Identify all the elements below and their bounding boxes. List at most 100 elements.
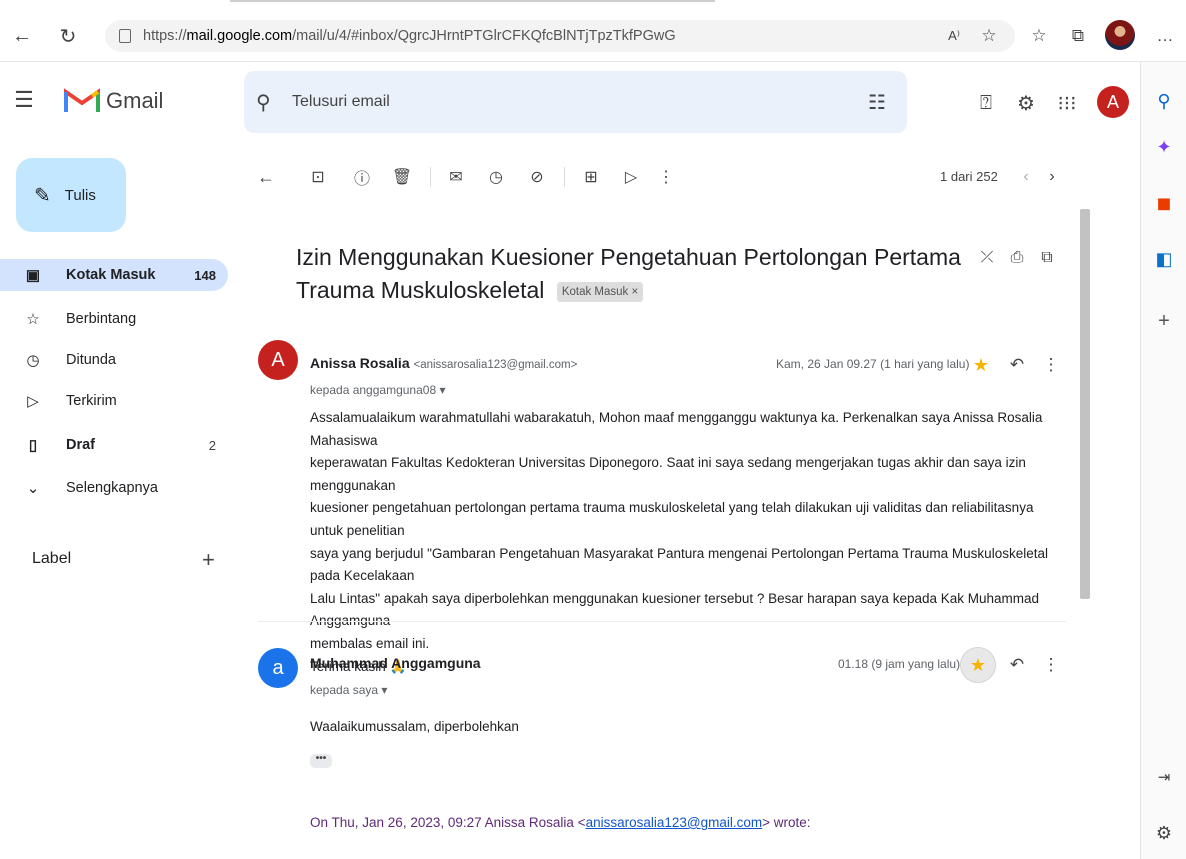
edge-sidebar: ⚲ ✦ ◼ ◧ + ⇥ ⚙ [1140, 62, 1186, 859]
compose-button[interactable]: ✎ Tulis [16, 158, 126, 232]
inbox-icon: ▣ [25, 267, 41, 284]
sender-line: Anissa Rosalia <anissarosalia123@gmail.c… [310, 355, 577, 371]
quoted-header: On Thu, Jan 26, 2023, 09:27 Anissa Rosal… [310, 815, 811, 830]
body-line: saya yang berjudul "Gambaran Pengetahuan… [310, 545, 1048, 584]
body-line: membalas email ini. [310, 635, 430, 651]
compose-label: Tulis [64, 186, 96, 204]
move-to-icon[interactable]: ⊞ [579, 165, 603, 189]
draft-file-icon: ▯ [28, 437, 38, 454]
collections-icon[interactable]: ⧉ [1064, 22, 1092, 50]
account-avatar[interactable]: A [1097, 86, 1129, 118]
inbox-tag[interactable]: Kotak Masuk × [556, 281, 644, 302]
more-vert-icon[interactable]: ⋮ [654, 165, 678, 189]
label-icon[interactable]: ▷ [619, 165, 643, 189]
body-line: Lalu Lintas" apakah saya diperbolehkan m… [310, 590, 1040, 629]
chevron-down-icon: ⌄ [26, 480, 40, 497]
drafts-count: 2 [208, 437, 216, 453]
quote-prefix: On Thu, Jan 26, 2023, 09:27 Anissa Rosal… [310, 815, 586, 830]
recipient-dropdown[interactable]: kepada saya ▾ [310, 683, 387, 697]
url-path: /mail/u/4/#inbox/QgrcJHrntPTGlrCFKQfcBlN… [292, 28, 676, 44]
url-host: mail.google.com [186, 28, 293, 44]
apps-grid-icon[interactable]: ⁝⁝⁝ [1054, 90, 1080, 116]
report-spam-icon[interactable]: ⓘ [350, 165, 374, 189]
mark-unread-icon[interactable]: ✉ [444, 165, 468, 189]
message-panel: ← ⊡ ⓘ 🗑 ✉ ◷ ⊘ ⊞ ▷ ⋮ 1 dari 252 ‹ › Izin … [244, 147, 1090, 859]
search-icon[interactable]: ⚲ [1141, 86, 1186, 116]
settings-gear-icon[interactable]: ⚙ [1013, 90, 1039, 116]
lock-icon [119, 29, 131, 43]
message-divider [258, 621, 1066, 622]
newer-chevron-icon[interactable]: ‹ [1014, 165, 1038, 189]
message-date: 01.18 (9 jam yang lalu) [838, 657, 961, 671]
favorites-icon[interactable]: ☆ [1025, 22, 1053, 50]
star-icon[interactable]: ★ [960, 647, 996, 683]
refresh-icon[interactable]: ↻ [54, 22, 82, 50]
older-chevron-icon[interactable]: › [1040, 165, 1064, 189]
hide-sidebar-icon[interactable]: ⇥ [1141, 762, 1186, 792]
body-line: keperawatan Fakultas Kedokteran Universi… [310, 455, 1026, 493]
sidebar-settings-icon[interactable]: ⚙ [1141, 818, 1186, 848]
main-menu-icon[interactable]: ☰ [12, 87, 36, 112]
labels-heading: Label [32, 550, 72, 567]
star-icon[interactable]: ★ [970, 354, 992, 376]
address-bar[interactable]: https://mail.google.com/mail/u/4/#inbox/… [105, 20, 1015, 52]
collapse-all-icon[interactable]: ⤫ [976, 247, 998, 269]
copilot-icon[interactable]: ✦ [1141, 132, 1186, 162]
add-task-icon[interactable]: ⊘ [525, 165, 549, 189]
nav-drafts[interactable]: ▯ Draf 2 [0, 429, 228, 461]
send-icon: ▷ [27, 393, 39, 410]
message-body: Assalamualaikum warahmatullahi wabarakat… [310, 407, 1068, 678]
more-vert-icon[interactable]: ⋮ [1040, 654, 1062, 676]
nav-inbox[interactable]: ▣ Kotak Masuk 148 [0, 259, 228, 291]
search-bar[interactable]: ⚲ Telusuri email ☷ [244, 71, 907, 133]
back-arrow-icon[interactable]: ← [8, 22, 36, 50]
help-icon[interactable]: ⍰ [973, 90, 999, 116]
quote-suffix: > wrote: [762, 815, 811, 830]
more-icon[interactable]: … [1151, 22, 1179, 50]
reply-icon[interactable]: ↶ [1006, 354, 1028, 376]
search-icon[interactable]: ⚲ [256, 90, 284, 115]
reply-icon[interactable]: ↶ [1006, 654, 1028, 676]
body-line: kuesioner pengetahuan pertolongan pertam… [310, 500, 1034, 538]
sender-avatar: a [258, 648, 298, 688]
body-line: Assalamualaikum warahmatullahi wabarakat… [310, 410, 1043, 448]
toolbar-divider [564, 167, 565, 187]
toolbar-divider [430, 167, 431, 187]
nav-starred-label: Berbintang [66, 311, 137, 327]
open-new-window-icon[interactable]: ⧉ [1036, 247, 1058, 269]
add-favorite-icon[interactable]: ☆ [975, 22, 1003, 50]
add-label-icon[interactable]: + [202, 547, 215, 573]
gmail-logo-icon [64, 88, 100, 112]
archive-icon[interactable]: ⊡ [306, 165, 330, 189]
read-aloud-icon[interactable]: A⁾ [940, 22, 968, 50]
snooze-icon[interactable]: ◷ [484, 165, 508, 189]
sender-email: <anissarosalia123@gmail.com> [413, 359, 578, 371]
url-prefix: https:// [143, 28, 187, 44]
show-trimmed-content-button[interactable]: ••• [310, 754, 332, 768]
scrollbar[interactable] [1080, 209, 1090, 599]
search-options-icon[interactable]: ☷ [863, 90, 891, 115]
back-to-inbox-icon[interactable]: ← [254, 165, 278, 189]
nav-starred[interactable]: ☆ Berbintang [0, 303, 228, 335]
office-icon[interactable]: ◼ [1141, 188, 1186, 218]
browser-toolbar: ← ↻ https://mail.google.com/mail/u/4/#in… [0, 0, 1186, 62]
nav-sent[interactable]: ▷ Terkirim [0, 385, 228, 417]
print-icon[interactable]: ⎙ [1006, 247, 1028, 269]
pencil-icon: ✎ [34, 184, 51, 207]
browser-profile-avatar[interactable] [1105, 20, 1135, 50]
body-line: Waalaikumussalam, diperbolehkan [310, 719, 519, 734]
recipient-dropdown[interactable]: kepada anggamguna08 ▾ [310, 383, 445, 397]
nav-more[interactable]: ⌄ Selengkapnya [0, 472, 228, 504]
pagination-text: 1 dari 252 [940, 169, 998, 184]
more-vert-icon[interactable]: ⋮ [1040, 354, 1062, 376]
nav-sent-label: Terkirim [66, 393, 117, 409]
nav-more-label: Selengkapnya [66, 480, 158, 496]
search-input[interactable]: Telusuri email [292, 93, 863, 111]
outlook-icon[interactable]: ◧ [1141, 244, 1186, 274]
nav-snoozed[interactable]: ◷ Ditunda [0, 344, 228, 376]
sender-name: Anissa Rosalia [310, 355, 410, 371]
quote-email-link[interactable]: anissarosalia123@gmail.com [586, 815, 763, 830]
delete-icon[interactable]: 🗑 [390, 165, 414, 189]
add-icon[interactable]: + [1141, 306, 1186, 336]
sender-name: Muhammad Anggamguna [310, 655, 481, 671]
